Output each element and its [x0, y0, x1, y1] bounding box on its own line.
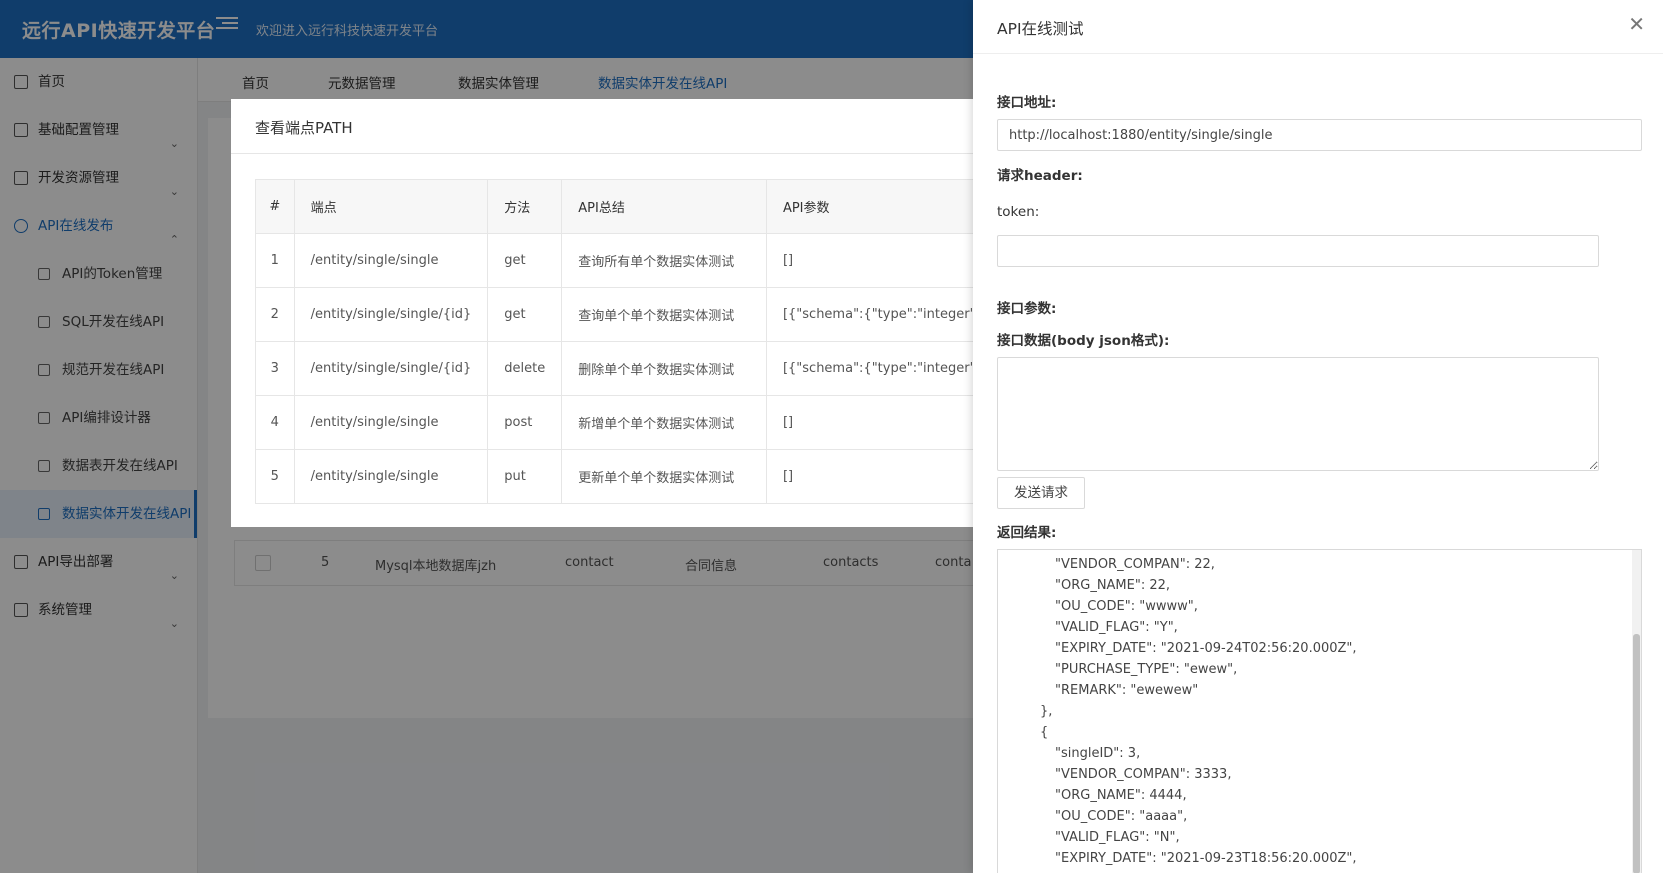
cell-summary: 查询单个单个数据实体测试 [561, 287, 767, 342]
cell-summary: 删除单个单个数据实体测试 [561, 341, 767, 396]
result-line: "VENDOR_COMPAN": 3333, [1055, 767, 1232, 782]
params-label: 接口参数: [997, 301, 1057, 317]
close-icon[interactable]: ✕ [1628, 14, 1645, 34]
result-line: "ORG_NAME": 4444, [1055, 788, 1187, 803]
cell-path: /entity/single/single [293, 233, 489, 288]
cell-path: /entity/single/single/{id} [293, 287, 489, 342]
column-header: 方法 [487, 179, 563, 234]
token-label: token: [997, 204, 1040, 220]
column-header: 端点 [293, 179, 489, 234]
cell-method: get [487, 287, 563, 342]
result-line: "VALID_FLAG": "Y", [1055, 620, 1178, 635]
result-label: 返回结果: [997, 525, 1057, 541]
table-row: 5 /entity/single/single put 更新单个单个数据实体测试… [255, 449, 1012, 504]
modal-divider [231, 153, 1011, 154]
result-line: "EXPIRY_DATE": "2021-09-24T02:56:20.000Z… [1055, 641, 1357, 656]
drawer-header: API在线测试 ✕ [973, 0, 1663, 54]
cell-path: /entity/single/single [293, 395, 489, 450]
cell-method: post [487, 395, 563, 450]
cell-num: 2 [255, 287, 295, 342]
result-line: "EXPIRY_DATE": "2021-09-23T18:56:20.000Z… [1055, 851, 1357, 866]
scrollbar-thumb[interactable] [1633, 634, 1640, 873]
header-label: 请求header: [997, 168, 1083, 184]
table-row: 4 /entity/single/single post 新增单个单个数据实体测… [255, 395, 1012, 450]
cell-path: /entity/single/single [293, 449, 489, 504]
cell-method: get [487, 233, 563, 288]
cell-num: 4 [255, 395, 295, 450]
result-line: "VENDOR_COMPAN": 22, [1055, 557, 1215, 572]
table-row: 1 /entity/single/single get 查询所有单个数据实体测试… [255, 233, 1012, 288]
url-input[interactable] [997, 119, 1642, 151]
result-line: "singleID": 3, [1055, 746, 1141, 761]
endpoint-table: # 端点 方法 API总结 API参数 1 /entity/single/sin… [255, 179, 1012, 504]
result-line: "PURCHASE_TYPE": "ewew", [1055, 662, 1238, 677]
cell-method: delete [487, 341, 563, 396]
result-output[interactable]: "VENDOR_COMPAN": 22, "ORG_NAME": 22, "OU… [997, 549, 1642, 873]
cell-summary: 查询所有单个数据实体测试 [561, 233, 767, 288]
table-row: 3 /entity/single/single/{id} delete 删除单个… [255, 341, 1012, 396]
body-textarea[interactable] [997, 357, 1599, 471]
modal-title: 查看端点PATH [255, 119, 353, 137]
result-scrollbar[interactable] [1632, 550, 1641, 873]
cell-method: put [487, 449, 563, 504]
cell-num: 1 [255, 233, 295, 288]
result-line: }, [1040, 704, 1053, 719]
column-header: # [255, 179, 295, 234]
body-label: 接口数据(body json格式): [997, 333, 1170, 349]
drawer-title: API在线测试 [997, 20, 1084, 38]
url-label: 接口地址: [997, 95, 1057, 111]
table-row: 2 /entity/single/single/{id} get 查询单个单个数… [255, 287, 1012, 342]
result-line: "VALID_FLAG": "N", [1055, 830, 1180, 845]
cell-num: 3 [255, 341, 295, 396]
result-line: "OU_CODE": "aaaa", [1055, 809, 1188, 824]
result-line: "ORG_NAME": 22, [1055, 578, 1171, 593]
result-line: "OU_CODE": "wwww", [1055, 599, 1198, 614]
cell-summary: 新增单个单个数据实体测试 [561, 395, 767, 450]
cell-num: 5 [255, 449, 295, 504]
cell-path: /entity/single/single/{id} [293, 341, 489, 396]
result-line: { [1040, 725, 1049, 740]
send-request-button[interactable]: 发送请求 [997, 477, 1085, 509]
result-line: "REMARK": "ewewew" [1055, 683, 1199, 698]
cell-summary: 更新单个单个数据实体测试 [561, 449, 767, 504]
token-input[interactable] [997, 235, 1599, 267]
endpoint-path-modal: 查看端点PATH # 端点 方法 API总结 API参数 1 /entity/s… [231, 99, 1012, 527]
api-test-drawer: API在线测试 ✕ 接口地址: 请求header: token: 接口参数: 接… [973, 0, 1663, 873]
column-header: API总结 [561, 179, 767, 234]
